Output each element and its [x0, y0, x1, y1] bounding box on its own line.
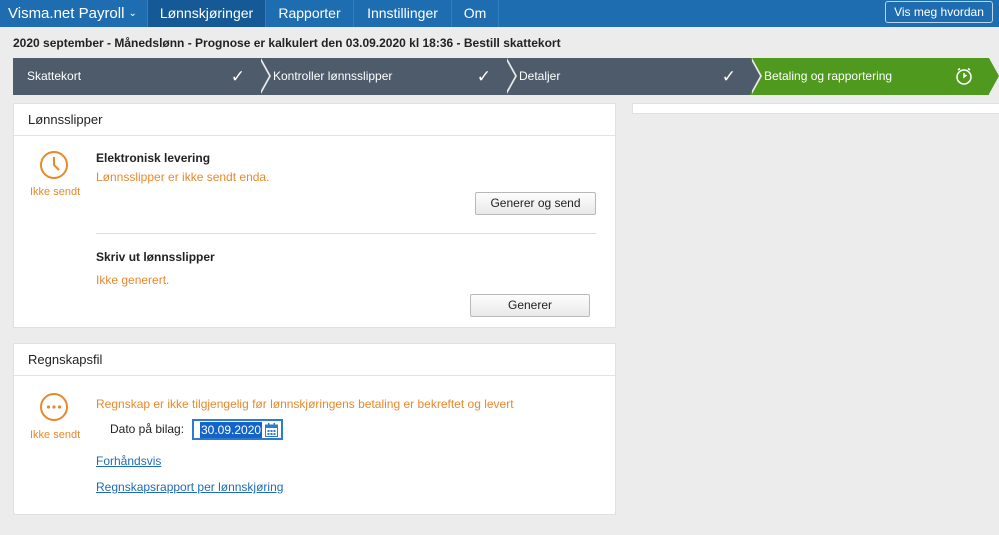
divider [96, 233, 596, 234]
generate-and-send-button[interactable]: Generer og send [475, 192, 596, 215]
generate-button[interactable]: Generer [470, 294, 590, 317]
step-label: Skattekort [27, 69, 82, 83]
tab-lonnskjoringer[interactable]: Lønnskjøringer [147, 0, 265, 27]
more-icon [40, 393, 68, 421]
voucher-date-field[interactable]: 30.09.2020 [192, 419, 283, 440]
show-me-how-button[interactable]: Vis meg hvordan [885, 1, 993, 23]
checkmark-icon: ✓ [721, 67, 736, 86]
wizard-steps: Skattekort ✓ Kontroller lønnsslipper ✓ D… [13, 58, 999, 95]
panel-title: Regnskapsfil [14, 344, 615, 376]
accounting-panel: Regnskapsfil Ikke sendt Regnskap er ikke… [13, 343, 616, 515]
top-nav: Visma.net Payroll ⌄ Lønnskjøringer Rappor… [0, 0, 999, 27]
status-message: Regnskap er ikke tilgjengelig før lønnsk… [96, 397, 514, 411]
tab-om[interactable]: Om [451, 0, 499, 27]
step-kontroller-lonnsslipper[interactable]: Kontroller lønnsslipper ✓ [259, 58, 517, 95]
date-value: 30.09.2020 [200, 422, 263, 438]
page-title: 2020 september - Månedslønn - Prognose e… [13, 36, 561, 50]
status-message: Ikke generert. [96, 273, 170, 287]
accounting-report-link[interactable]: Regnskapsrapport per lønnskjøring [96, 480, 283, 494]
alarm-clock-icon [956, 67, 972, 85]
tab-rapporter[interactable]: Rapporter [265, 0, 353, 27]
step-detaljer[interactable]: Detaljer ✓ [505, 58, 762, 95]
checkmark-icon: ✓ [230, 67, 245, 86]
date-label: Dato på bilag: [110, 422, 185, 436]
section-title: Elektronisk levering [96, 151, 211, 165]
step-betaling-og-rapportering[interactable]: Betaling og rapportering [750, 58, 999, 95]
payslips-panel: Lønnsslipper Ikke sendt Elektronisk leve… [13, 103, 616, 328]
preview-link[interactable]: Forhåndsvis [96, 454, 161, 468]
step-label: Detaljer [519, 69, 561, 83]
chevron-down-icon: ⌄ [128, 8, 137, 19]
step-label: Betaling og rapportering [764, 69, 893, 83]
side-panel [632, 103, 999, 114]
calendar-icon[interactable] [265, 423, 278, 437]
status-label: Ikke sendt [30, 429, 81, 441]
status-label: Ikke sendt [30, 186, 81, 198]
section-title: Skriv ut lønnsslipper [96, 250, 215, 264]
checkmark-icon: ✓ [476, 67, 491, 86]
step-label: Kontroller lønnsslipper [273, 69, 393, 83]
panel-title: Lønnsslipper [14, 104, 615, 136]
tab-innstillinger[interactable]: Innstillinger [353, 0, 451, 27]
app-menu[interactable]: Visma.net Payroll ⌄ [0, 0, 147, 27]
status-message: Lønnsslipper er ikke sendt enda. [96, 170, 270, 184]
app-title: Visma.net Payroll [8, 5, 125, 22]
step-skattekort[interactable]: Skattekort ✓ [13, 58, 271, 95]
clock-icon [40, 151, 68, 179]
